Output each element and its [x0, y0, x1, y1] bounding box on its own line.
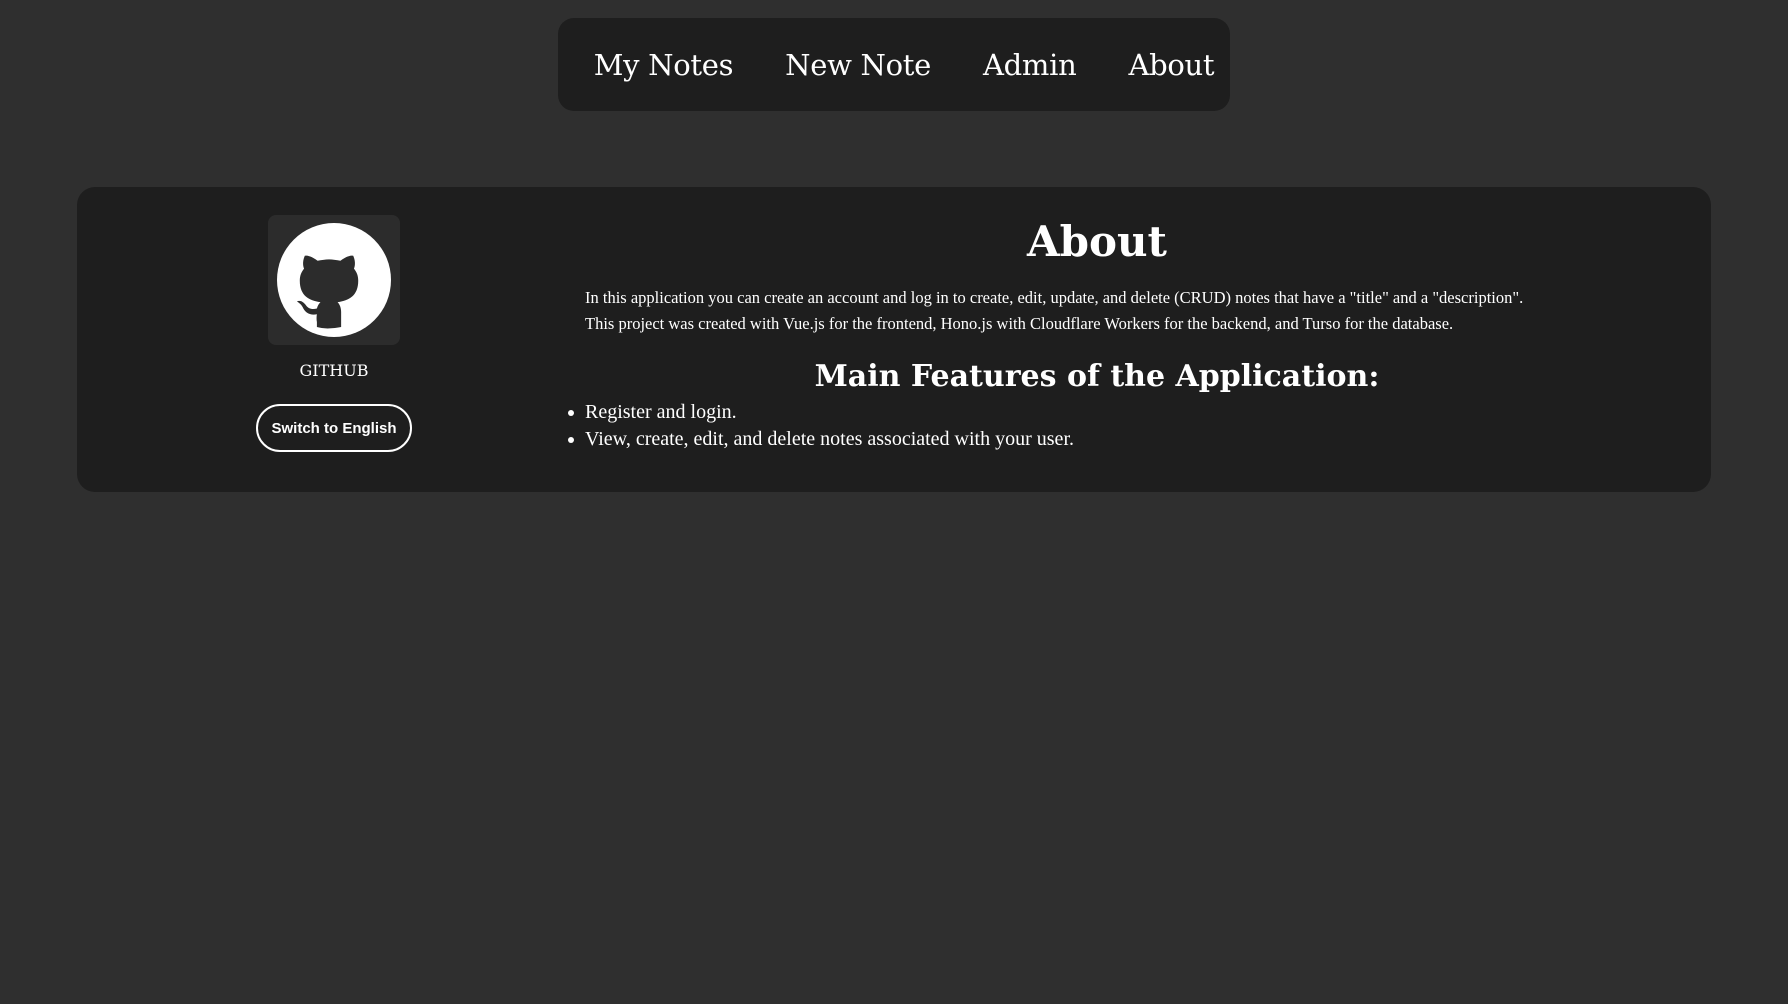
nav-my-notes[interactable]: My Notes [594, 48, 734, 82]
about-content: About In this application you can create… [507, 215, 1687, 453]
features-title: Main Features of the Application: [814, 359, 1380, 394]
github-link[interactable] [268, 215, 400, 345]
top-nav: My Notes New Note Admin About [558, 18, 1230, 111]
about-card: GITHUB Switch to English About In this a… [77, 187, 1711, 492]
about-description: In this application you can create an ac… [507, 285, 1687, 337]
nav-about[interactable]: About [1128, 48, 1214, 82]
nav-new-note[interactable]: New Note [785, 48, 931, 82]
features-list: Register and login. View, create, edit, … [507, 399, 1687, 453]
description-line-1: In this application you can create an ac… [585, 288, 1524, 307]
description-line-2: This project was created with Vue.js for… [585, 314, 1454, 333]
profile-sidebar: GITHUB Switch to English [256, 215, 412, 452]
switch-language-button[interactable]: Switch to English [256, 404, 412, 452]
nav-admin[interactable]: Admin [983, 48, 1077, 82]
list-item: View, create, edit, and delete notes ass… [568, 426, 1687, 453]
page-title: About [1027, 217, 1167, 266]
github-icon [277, 223, 391, 337]
github-label: GITHUB [299, 361, 369, 380]
list-item: Register and login. [568, 399, 1687, 426]
